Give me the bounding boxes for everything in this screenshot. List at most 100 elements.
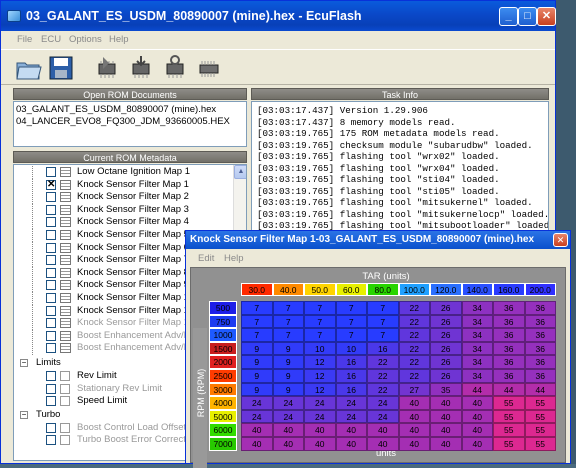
metadata-checkbox[interactable] [46, 167, 56, 177]
x-axis-cell[interactable]: 60.0 [335, 283, 367, 296]
map-cell[interactable]: 34 [461, 301, 493, 315]
metadata-item[interactable]: Knock Sensor Filter Map 3 [14, 203, 232, 217]
y-axis-cell[interactable]: 5000 [209, 409, 237, 424]
rom-document-item[interactable]: 03_GALANT_ES_USDM_80890007 (mine).hex [16, 104, 216, 115]
y-axis-cell[interactable]: 500 [209, 301, 237, 315]
map-cell[interactable]: 55 [524, 396, 556, 410]
map-cell[interactable]: 44 [461, 382, 493, 397]
metadata-checkbox[interactable] [46, 330, 56, 341]
map-cell[interactable]: 40 [367, 423, 399, 437]
map-cell[interactable]: 26 [430, 355, 462, 369]
map-cell[interactable]: 24 [272, 409, 304, 424]
menu-ecu[interactable]: ECU [41, 34, 61, 45]
metadata-checkbox[interactable] [46, 204, 56, 215]
map-cell[interactable]: 9 [272, 369, 304, 383]
metadata-checkbox[interactable]: ✕ [46, 179, 56, 190]
map-cell[interactable]: 26 [430, 314, 462, 329]
metadata-checkbox[interactable] [46, 255, 56, 266]
map-cell[interactable]: 34 [461, 341, 493, 356]
map-cell[interactable]: 22 [398, 355, 430, 369]
map-cell[interactable]: 36 [493, 341, 525, 356]
map-cell[interactable]: 22 [367, 382, 399, 397]
open-folder-icon[interactable] [15, 54, 43, 82]
map-cell[interactable]: 24 [335, 409, 367, 424]
map-menu-edit[interactable]: Edit [198, 253, 214, 264]
metadata-checkbox[interactable] [46, 383, 56, 394]
y-axis-cell[interactable]: 1500 [209, 341, 237, 356]
map-cell[interactable]: 9 [272, 355, 304, 369]
map-cell[interactable]: 40 [461, 409, 493, 424]
map-cell[interactable]: 40 [304, 423, 336, 437]
map-cell[interactable]: 40 [241, 437, 273, 451]
y-axis-cell[interactable]: 1000 [209, 328, 237, 342]
map-cell[interactable]: 9 [272, 341, 304, 356]
map-cell[interactable]: 40 [430, 396, 462, 410]
map-window-title[interactable]: Knock Sensor Filter Map 1-03_GALANT_ES_U… [186, 231, 570, 249]
map-cell[interactable]: 40 [272, 437, 304, 451]
map-cell[interactable]: 7 [304, 328, 336, 342]
map-cell[interactable]: 22 [398, 328, 430, 342]
map-cell[interactable]: 40 [430, 409, 462, 424]
map-cell[interactable]: 26 [430, 328, 462, 342]
map-cell[interactable]: 24 [367, 396, 399, 410]
map-cell[interactable]: 40 [367, 437, 399, 451]
map-cell[interactable]: 40 [430, 437, 462, 451]
map-cell[interactable]: 36 [524, 314, 556, 329]
map-cell[interactable]: 10 [304, 341, 336, 356]
map-cell[interactable]: 9 [241, 382, 273, 397]
y-axis-cell[interactable]: 3000 [209, 382, 237, 397]
menu-options[interactable]: Options [69, 34, 102, 45]
map-cell[interactable]: 22 [398, 369, 430, 383]
map-cell[interactable]: 7 [304, 314, 336, 329]
y-axis-cell[interactable]: 750 [209, 314, 237, 329]
metadata-checkbox[interactable] [46, 305, 56, 316]
map-cell[interactable]: 55 [493, 437, 525, 451]
map-cell[interactable]: 55 [524, 409, 556, 424]
map-cell[interactable]: 40 [335, 423, 367, 437]
map-cell[interactable]: 22 [367, 355, 399, 369]
y-axis-cell[interactable]: 6000 [209, 423, 237, 437]
map-cell[interactable]: 36 [493, 355, 525, 369]
y-axis-cell[interactable]: 2500 [209, 369, 237, 383]
map-cell[interactable]: 16 [367, 341, 399, 356]
map-cell[interactable]: 36 [493, 328, 525, 342]
map-cell[interactable]: 24 [304, 396, 336, 410]
title-bar[interactable]: 03_GALANT_ES_USDM_80890007 (mine).hex - … [1, 1, 556, 31]
map-cell[interactable]: 36 [493, 314, 525, 329]
map-cell[interactable]: 34 [461, 328, 493, 342]
map-cell[interactable]: 55 [524, 437, 556, 451]
read-chip-icon[interactable] [93, 54, 121, 82]
map-cell[interactable]: 7 [241, 328, 273, 342]
map-menu-help[interactable]: Help [224, 253, 244, 264]
map-cell[interactable]: 10 [335, 341, 367, 356]
map-cell[interactable]: 55 [493, 423, 525, 437]
map-cell[interactable]: 34 [461, 355, 493, 369]
map-close-button[interactable]: ✕ [553, 233, 568, 247]
map-cell[interactable]: 36 [524, 301, 556, 315]
map-cell[interactable]: 22 [367, 369, 399, 383]
map-cell[interactable]: 36 [493, 369, 525, 383]
map-cell[interactable]: 40 [461, 396, 493, 410]
map-cell[interactable]: 16 [335, 355, 367, 369]
metadata-checkbox[interactable] [46, 435, 56, 446]
map-cell[interactable]: 40 [461, 423, 493, 437]
write-chip-icon[interactable] [127, 54, 155, 82]
metadata-item[interactable]: Low Octane Ignition Map 1 [14, 166, 232, 179]
map-cell[interactable]: 40 [241, 423, 273, 437]
y-axis-cell[interactable]: 4000 [209, 396, 237, 410]
map-cell[interactable]: 55 [524, 423, 556, 437]
x-axis-cell[interactable]: 30.0 [241, 283, 273, 296]
map-cell[interactable]: 7 [367, 328, 399, 342]
map-cell[interactable]: 12 [304, 382, 336, 397]
map-cell[interactable]: 26 [430, 301, 462, 315]
map-cell[interactable]: 34 [461, 369, 493, 383]
map-cell[interactable]: 36 [524, 369, 556, 383]
metadata-checkbox[interactable] [46, 267, 56, 278]
collapse-icon[interactable]: − [20, 410, 28, 419]
map-cell[interactable]: 36 [524, 341, 556, 356]
metadata-checkbox[interactable] [46, 422, 56, 433]
metadata-checkbox[interactable] [46, 343, 56, 354]
map-cell[interactable]: 40 [398, 409, 430, 424]
map-cell[interactable]: 55 [493, 396, 525, 410]
memory-chip-icon[interactable] [195, 54, 223, 82]
